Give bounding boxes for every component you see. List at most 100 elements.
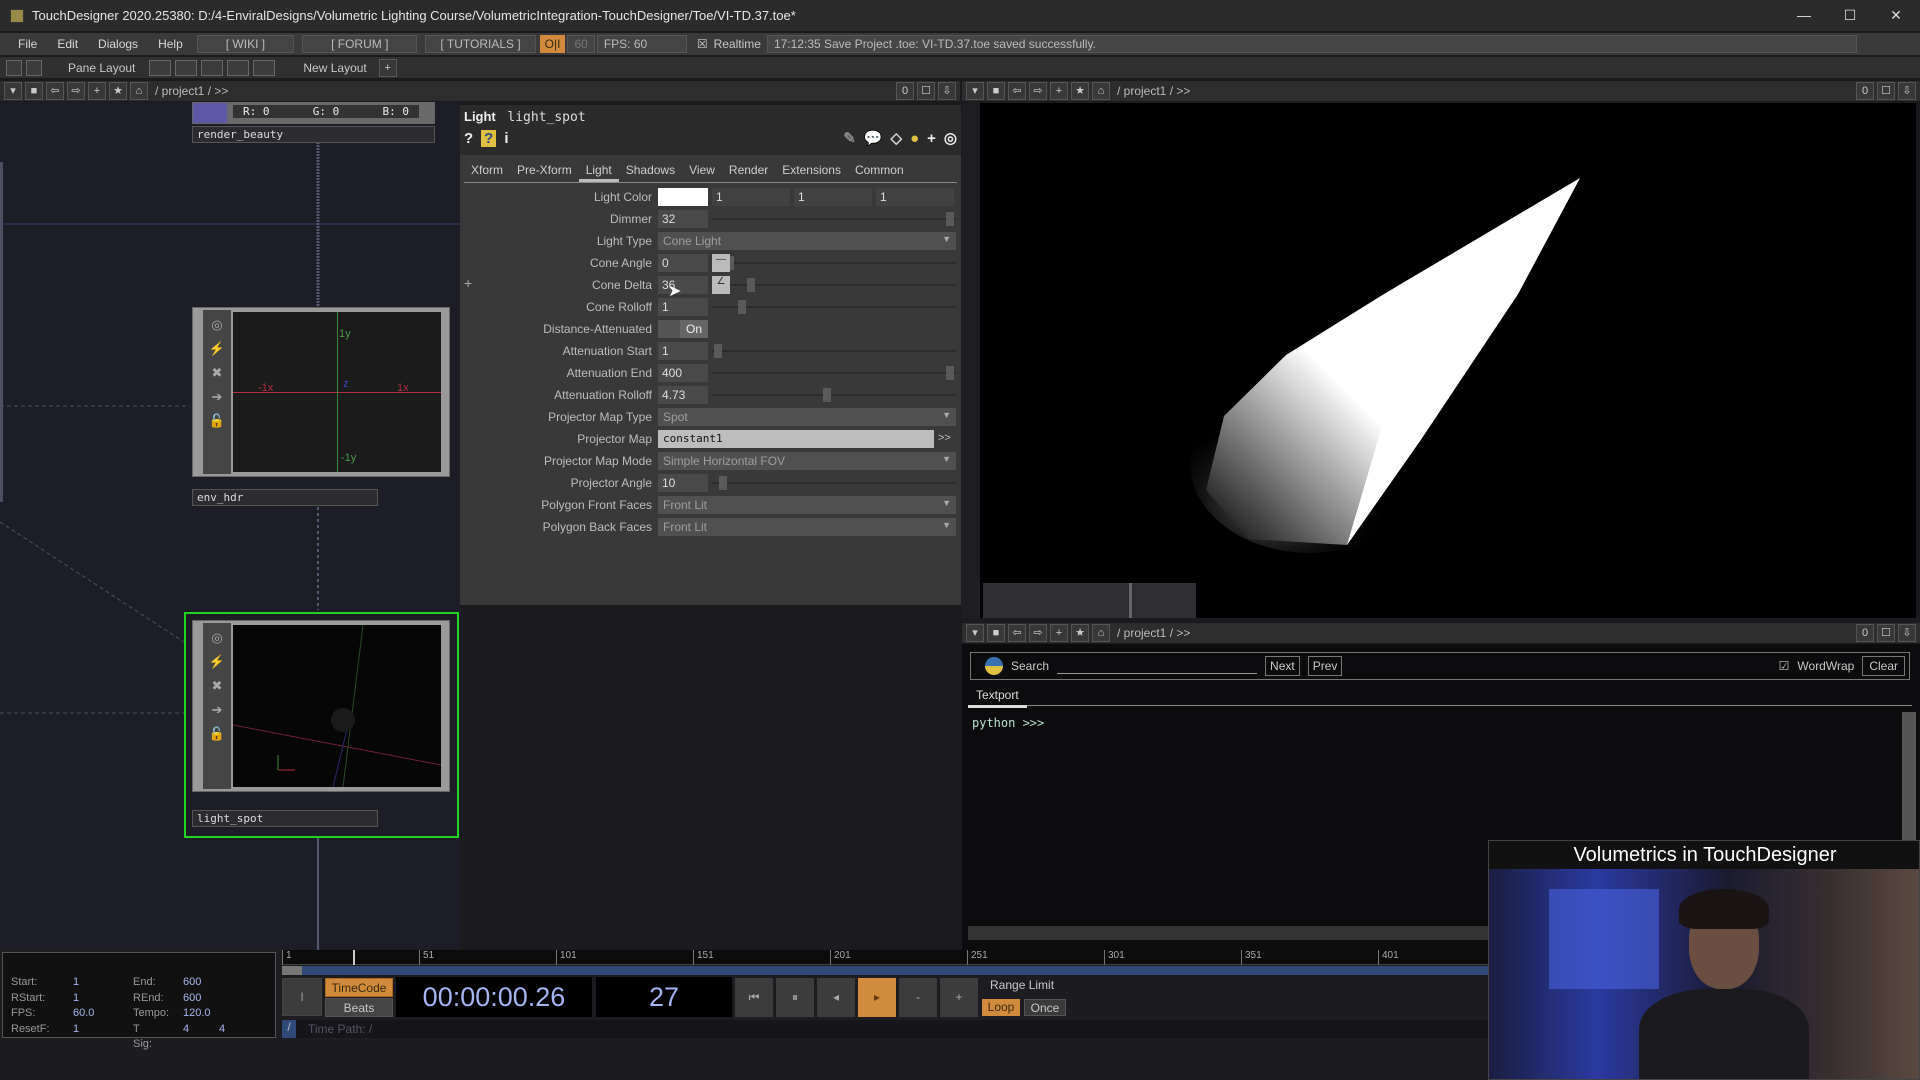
param-menu[interactable]: Front Lit [658, 496, 956, 514]
forward-icon[interactable]: ⇨ [1029, 82, 1047, 100]
projector-map-field[interactable]: constant1 [658, 430, 934, 448]
minus-icon[interactable]: — [712, 254, 730, 272]
light-spot-node[interactable]: ◎ ⚡ ✖ ➔ 🔓 [192, 620, 450, 792]
time-setting-value[interactable]: 60.0 [73, 1006, 94, 1022]
pause-button[interactable]: ⏸ [776, 978, 814, 1017]
bypass-icon[interactable]: ⚡ [206, 338, 228, 360]
increment-button[interactable]: + [940, 978, 978, 1017]
param-menu[interactable]: Front Lit [658, 518, 956, 536]
fps-cap[interactable]: 60 [567, 35, 595, 53]
param-value-field[interactable]: 400 [658, 364, 708, 382]
menu-file[interactable]: File [8, 37, 47, 51]
collapse-icon[interactable]: ▾ [4, 82, 22, 100]
decrement-button[interactable]: - [899, 978, 937, 1017]
tab-render[interactable]: Render [722, 159, 775, 182]
viewer-toggle-icon[interactable]: ◎ [206, 314, 228, 336]
timecode-display[interactable]: 00:00:00.26 [396, 977, 592, 1017]
close-button[interactable]: ✕ [1876, 4, 1916, 26]
maximize-pane-icon[interactable]: ☐ [917, 82, 935, 100]
toggle-button[interactable]: On [658, 320, 708, 338]
zero-button[interactable]: 0 [1856, 624, 1874, 642]
param-value-field[interactable]: 32 [658, 210, 708, 228]
display-icon[interactable]: ➔ [206, 699, 228, 721]
param-slider[interactable] [712, 256, 956, 270]
frame-display[interactable]: 27 [596, 977, 732, 1017]
menu-dialogs[interactable]: Dialogs [88, 37, 148, 51]
time-setting-value[interactable]: 4 [219, 1022, 225, 1038]
minimize-button[interactable]: — [1784, 4, 1824, 26]
tab-pre-xform[interactable]: Pre-Xform [510, 159, 579, 182]
tab-extensions[interactable]: Extensions [775, 159, 848, 182]
param-value-field[interactable]: 10 [658, 474, 708, 492]
time-setting-value[interactable]: 1 [73, 991, 79, 1007]
forward-icon[interactable]: ⇨ [1029, 624, 1047, 642]
menu-edit[interactable]: Edit [47, 37, 88, 51]
tab-textport[interactable]: Textport [968, 685, 1027, 708]
param-value-field[interactable]: 4.73 [658, 386, 708, 404]
lock-icon[interactable]: 🔓 [206, 723, 228, 745]
param-slider[interactable] [712, 212, 956, 226]
textport-path[interactable]: / project1 / >> [1117, 626, 1190, 640]
color-channel-field[interactable]: 1 [794, 188, 872, 206]
bypass-icon[interactable]: ⚡ [206, 651, 228, 673]
stop-icon[interactable]: ■ [987, 82, 1005, 100]
horizontal-scrollbar[interactable] [968, 926, 1488, 940]
edit-icon[interactable]: ✎ [843, 129, 856, 147]
search-input[interactable] [1057, 658, 1258, 674]
home-icon[interactable]: ⌂ [1092, 82, 1110, 100]
node-label[interactable]: env_hdr [192, 489, 378, 506]
node-label[interactable]: render_beauty [192, 126, 435, 143]
delete-icon[interactable]: ✖ [206, 675, 228, 697]
wiki-button[interactable]: [ WIKI ] [196, 35, 295, 53]
time-setting-value[interactable]: 1 [73, 975, 79, 991]
tab-view[interactable]: View [682, 159, 722, 182]
plus-icon[interactable]: + [1050, 82, 1068, 100]
slider-knob[interactable] [822, 388, 831, 402]
expand-icon[interactable]: + [464, 275, 472, 291]
layout-three[interactable] [227, 59, 250, 76]
slider-knob[interactable] [945, 366, 954, 380]
render-viewer[interactable] [980, 103, 1916, 618]
delete-icon[interactable]: ✖ [206, 362, 228, 384]
info-icon[interactable]: i [504, 130, 508, 147]
realtime-checkbox[interactable]: ☒ [697, 37, 708, 51]
back-icon[interactable]: ⇦ [1008, 624, 1026, 642]
stop-icon[interactable]: ■ [25, 82, 43, 100]
pin-icon[interactable]: ⇩ [1898, 624, 1916, 642]
viewer-toggle-icon[interactable]: ◎ [206, 627, 228, 649]
op-name[interactable]: light_spot [507, 110, 585, 125]
rewind-button[interactable]: ⏮ [735, 978, 773, 1017]
time-setting-value[interactable]: 120.0 [183, 1006, 211, 1022]
zero-button[interactable]: 0 [1856, 82, 1874, 100]
once-button[interactable]: Once [1024, 999, 1066, 1016]
color-channel-field[interactable]: 1 [712, 188, 790, 206]
target-icon[interactable]: ◎ [944, 129, 957, 147]
viewer-path[interactable]: / project1 / >> [1117, 84, 1190, 98]
playhead[interactable] [353, 950, 356, 965]
display-icon[interactable]: ➔ [206, 386, 228, 408]
add-layout-button[interactable]: + [378, 58, 397, 77]
layout-split-h[interactable] [201, 59, 224, 76]
collapse-icon[interactable]: ▾ [966, 82, 984, 100]
color-swatch[interactable] [658, 188, 708, 206]
tab-common[interactable]: Common [848, 159, 911, 182]
timecode-toggle[interactable]: TimeCode [325, 978, 393, 997]
perform-mode-button[interactable]: O|I [539, 35, 566, 53]
loop-button[interactable]: Loop [982, 999, 1020, 1016]
param-slider[interactable] [712, 388, 956, 402]
slider-knob[interactable] [714, 344, 723, 358]
time-setting-value[interactable]: 600 [183, 975, 201, 991]
param-value-field[interactable]: 0 [658, 254, 708, 272]
layout-single[interactable] [149, 59, 172, 76]
slider-knob[interactable] [747, 278, 756, 292]
menu-help[interactable]: Help [148, 37, 193, 51]
param-slider[interactable] [712, 300, 956, 314]
python-help-icon[interactable]: ? [481, 129, 497, 147]
maximize-button[interactable]: ☐ [1830, 4, 1870, 26]
play-button[interactable]: ▸ [858, 978, 896, 1017]
step-back-button[interactable]: ◂ [817, 978, 855, 1017]
param-menu[interactable]: Simple Horizontal FOV [658, 452, 956, 470]
time-ruler[interactable]: 1 51 101 151 201 251 301 351 401 [282, 950, 1492, 965]
plus-icon[interactable]: + [88, 82, 106, 100]
pin-icon[interactable]: ⇩ [1898, 82, 1916, 100]
